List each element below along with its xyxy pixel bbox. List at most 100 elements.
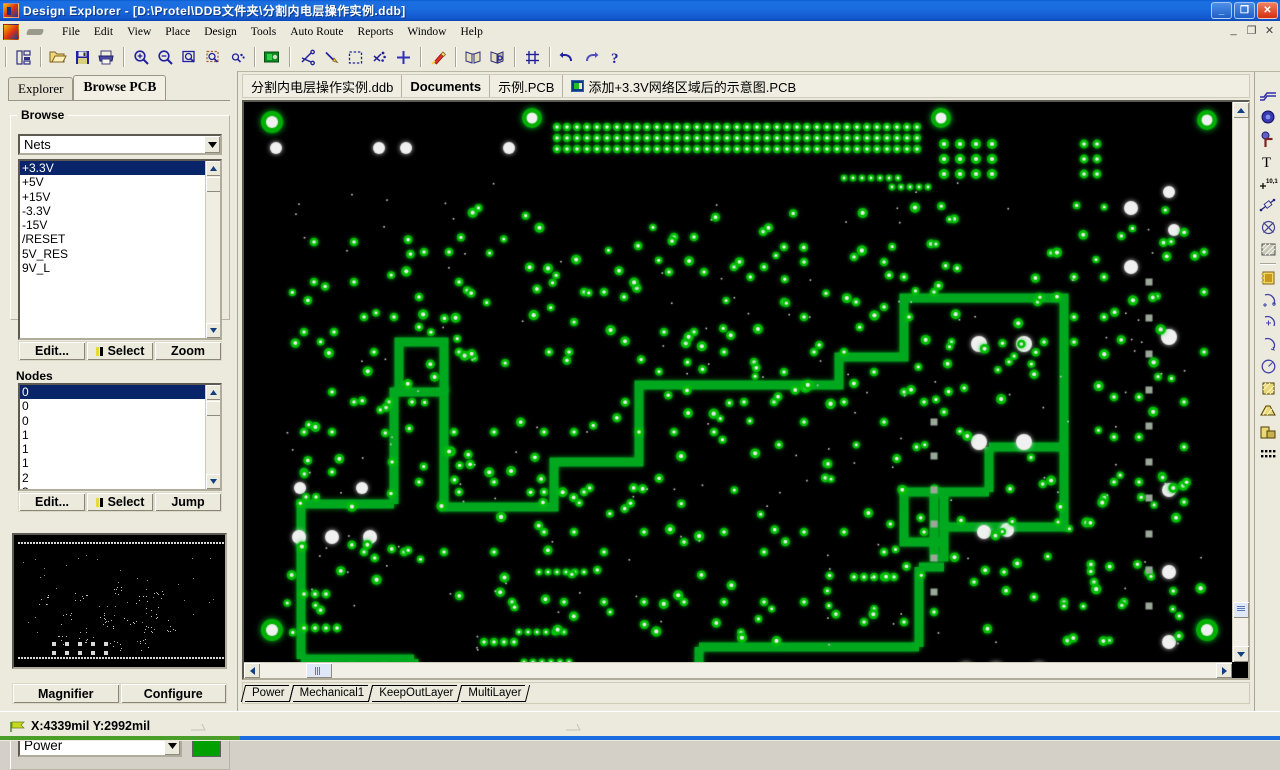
browse-selector[interactable]: Nets [18, 134, 222, 155]
canvas-vertical-thumb[interactable] [1233, 602, 1249, 618]
place-split-plane-icon[interactable] [1257, 399, 1279, 421]
close-button[interactable]: ✕ [1257, 2, 1278, 19]
nodes-listbox[interactable]: 00011123 [18, 383, 222, 491]
save-icon[interactable] [70, 45, 94, 69]
place-copper-pour-icon[interactable] [1257, 421, 1279, 443]
canvas-scroll-left-button[interactable] [244, 663, 260, 678]
mdi-minimize-button[interactable]: _ [1227, 24, 1240, 37]
menu-item-auto-route[interactable]: Auto Route [283, 24, 350, 40]
zoom-last-icon[interactable] [225, 45, 249, 69]
scrollbar-thumb[interactable] [206, 401, 221, 416]
scrollbar-thumb[interactable] [206, 177, 221, 192]
net-list-item[interactable]: /RESET [20, 232, 205, 246]
menu-item-reports[interactable]: Reports [351, 24, 401, 40]
tab-explorer[interactable]: Explorer [8, 77, 73, 101]
place-track-icon[interactable] [1257, 84, 1279, 106]
net-list-item[interactable]: -3.3V [20, 204, 205, 218]
canvas-scroll-up-button[interactable] [1233, 102, 1249, 118]
chevron-down-icon[interactable] [203, 136, 220, 153]
node-list-item[interactable]: 2 [20, 471, 205, 485]
place-keepout-icon[interactable] [1257, 216, 1279, 238]
scroll-down-button[interactable] [206, 474, 221, 489]
menu-item-edit[interactable]: Edit [87, 24, 120, 40]
open-document-icon[interactable] [46, 45, 70, 69]
place-component-icon[interactable] [1257, 267, 1279, 289]
node-list-item[interactable]: 0 [20, 385, 205, 399]
board-preview-thumbnail[interactable] [12, 533, 227, 669]
drc-icon[interactable] [485, 45, 509, 69]
menu-item-view[interactable]: View [120, 24, 158, 40]
scroll-up-button[interactable] [206, 385, 221, 400]
place-via-icon[interactable] [1257, 128, 1279, 150]
node-list-item[interactable]: 1 [20, 456, 205, 470]
layer-tab-power[interactable]: Power [243, 685, 291, 702]
place-full-circle-icon[interactable] [1257, 355, 1279, 377]
place-arc-any-icon[interactable] [1257, 333, 1279, 355]
menu-item-help[interactable]: Help [453, 24, 489, 40]
doc-tab-example-pcb[interactable]: 示例.PCB [490, 75, 563, 97]
pcb-canvas[interactable] [244, 102, 1232, 662]
minimize-button[interactable]: _ [1211, 2, 1232, 19]
mdi-close-button[interactable]: ✕ [1263, 24, 1276, 37]
move-icon[interactable] [391, 45, 415, 69]
net-list-item[interactable]: 9V_L [20, 261, 205, 275]
undo-icon[interactable] [555, 45, 579, 69]
node-list-item[interactable]: 1 [20, 442, 205, 456]
scroll-up-button[interactable] [206, 161, 221, 176]
paste-icon[interactable] [319, 45, 343, 69]
nodes-scrollbar[interactable] [205, 385, 220, 489]
layer-tab-keepoutlayer[interactable]: KeepOutLayer [370, 685, 459, 702]
place-array-icon[interactable] [1257, 443, 1279, 465]
doc-tab-database[interactable]: 分割内电层操作实例.ddb [243, 75, 402, 97]
help-icon[interactable]: ? [603, 45, 627, 69]
nets-list[interactable]: +3.3V+5V+15V-3.3V-15V/RESET5V_RES9V_L [20, 161, 205, 338]
net-list-item[interactable]: 5V_RES [20, 247, 205, 261]
net-list-item[interactable]: -15V [20, 218, 205, 232]
pcb-canvas-area[interactable] [242, 100, 1250, 680]
cut-icon[interactable] [295, 45, 319, 69]
place-string-icon[interactable]: T [1257, 150, 1279, 172]
place-fill-icon[interactable] [1257, 238, 1279, 260]
canvas-scroll-right-button[interactable] [1216, 663, 1232, 678]
doc-tab-active-pcb[interactable]: 添加+3.3V网络区域后的示意图.PCB [563, 75, 804, 97]
scroll-down-button[interactable] [206, 323, 221, 338]
net-list-item[interactable]: +5V [20, 175, 205, 189]
net-select-button[interactable]: Select [86, 341, 154, 361]
zoom-out-icon[interactable] [153, 45, 177, 69]
magnifier-button[interactable]: Magnifier [12, 683, 120, 704]
menu-item-design[interactable]: Design [197, 24, 244, 40]
place-dimension-icon[interactable] [1257, 194, 1279, 216]
restore-button[interactable]: ❐ [1234, 2, 1255, 19]
node-edit-button[interactable]: Edit... [18, 492, 86, 512]
menu-item-file[interactable]: File [55, 24, 87, 40]
select-area-icon[interactable] [343, 45, 367, 69]
zoom-selection-icon[interactable] [201, 45, 225, 69]
net-list-item[interactable]: +3.3V [20, 161, 205, 175]
print-icon[interactable] [94, 45, 118, 69]
net-zoom-button[interactable]: Zoom [154, 341, 222, 361]
node-select-button[interactable]: Select [86, 492, 154, 512]
node-jump-button[interactable]: Jump [154, 492, 222, 512]
layer-tab-mechanical1[interactable]: Mechanical1 [291, 685, 371, 702]
configure-button[interactable]: Configure [120, 683, 228, 704]
highlight-net-icon[interactable] [426, 45, 450, 69]
nets-listbox[interactable]: +3.3V+5V+15V-3.3V-15V/RESET5V_RES9V_L [18, 159, 222, 340]
workspace-panel-icon[interactable] [11, 45, 35, 69]
canvas-horizontal-thumb[interactable] [306, 663, 332, 678]
place-arc-edge-icon[interactable] [1257, 311, 1279, 333]
doc-tab-documents[interactable]: Documents [402, 75, 490, 97]
place-pad-icon[interactable] [1257, 106, 1279, 128]
node-list-item[interactable]: 1 [20, 428, 205, 442]
tab-browse-pcb[interactable]: Browse PCB [73, 75, 166, 101]
node-list-item[interactable]: 0 [20, 399, 205, 413]
place-arc-center-icon[interactable] [1257, 289, 1279, 311]
place-coordinate-icon[interactable]: 10,10 [1257, 172, 1279, 194]
mdi-restore-button[interactable]: ❐ [1245, 24, 1258, 37]
menu-item-window[interactable]: Window [400, 24, 453, 40]
net-edit-button[interactable]: Edit... [18, 341, 86, 361]
redo-icon[interactable] [579, 45, 603, 69]
zoom-in-icon[interactable] [129, 45, 153, 69]
zoom-document-icon[interactable] [177, 45, 201, 69]
nets-scrollbar[interactable] [205, 161, 220, 338]
node-list-item[interactable]: 0 [20, 414, 205, 428]
